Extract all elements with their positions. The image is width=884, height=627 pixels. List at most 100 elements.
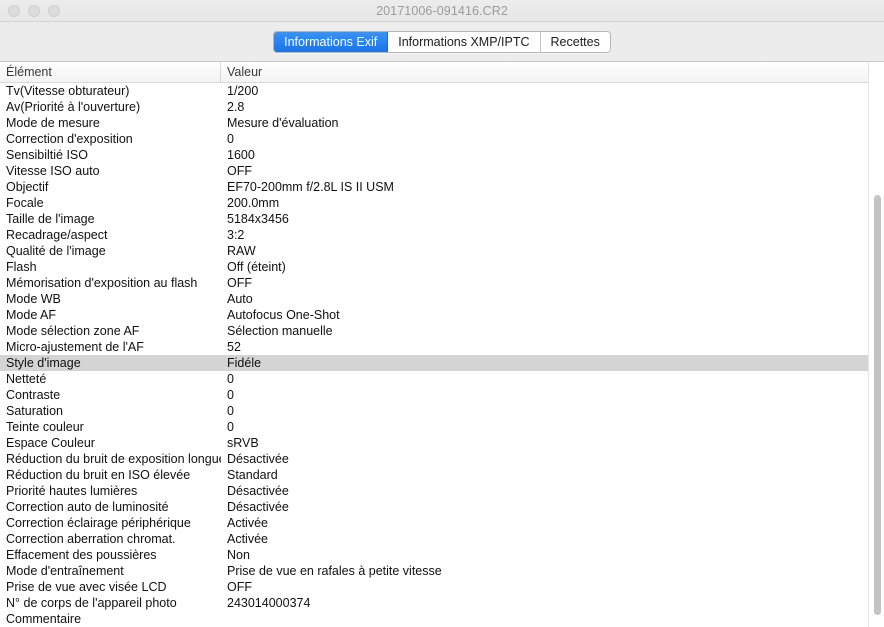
table-header-row: Élément Valeur: [0, 62, 884, 83]
exif-table: Élément Valeur Tv(Vitesse obturateur) 1/2…: [0, 62, 884, 627]
table-row[interactable]: Teinte couleur 0: [0, 419, 868, 435]
table-row[interactable]: Prise de vue avec visée LCD OFF: [0, 579, 868, 595]
cell-element: Prise de vue avec visée LCD: [6, 580, 167, 594]
cell-element: Tv(Vitesse obturateur): [6, 84, 130, 98]
cell-element: Recadrage/aspect: [6, 228, 108, 242]
table-row[interactable]: Mode WB Auto: [0, 291, 868, 307]
table-row[interactable]: Focale 200.0mm: [0, 195, 868, 211]
cell-element: Mode de mesure: [6, 116, 100, 130]
table-row[interactable]: Qualité de l'image RAW: [0, 243, 868, 259]
cell-value: Non: [227, 548, 250, 562]
cell-element: Style d'image: [6, 356, 81, 370]
table-row[interactable]: Tv(Vitesse obturateur) 1/200: [0, 83, 868, 99]
table-row[interactable]: Contraste 0: [0, 387, 868, 403]
cell-value: EF70-200mm f/2.8L IS II USM: [227, 180, 394, 194]
table-row[interactable]: Vitesse ISO auto OFF: [0, 163, 868, 179]
table-row[interactable]: Mémorisation d'exposition au flash OFF: [0, 275, 868, 291]
cell-value: 0: [227, 132, 234, 146]
cell-value: Désactivée: [227, 452, 289, 466]
cell-element: Saturation: [6, 404, 63, 418]
cell-value: Désactivée: [227, 484, 289, 498]
column-header-value[interactable]: Valeur: [221, 62, 884, 82]
cell-element: Commentaire: [6, 612, 82, 626]
table-row[interactable]: Taille de l'image 5184x3456: [0, 211, 868, 227]
cell-element: Effacement des poussières: [6, 548, 157, 562]
cell-value: Off (éteint): [227, 260, 286, 274]
table-row[interactable]: Réduction du bruit de exposition longue D…: [0, 451, 868, 467]
table-row[interactable]: Commentaire: [0, 611, 868, 627]
traffic-light-buttons: [8, 0, 60, 22]
table-row[interactable]: Av(Priorité à l'ouverture) 2.8: [0, 99, 868, 115]
table-row[interactable]: Correction aberration chromat. Activée: [0, 531, 868, 547]
vertical-scrollbar-thumb[interactable]: [874, 195, 881, 615]
cell-value: OFF: [227, 164, 252, 178]
cell-element: N° de corps de l'appareil photo: [6, 596, 177, 610]
tab-recettes[interactable]: Recettes: [540, 32, 610, 52]
cell-value: 1600: [227, 148, 255, 162]
cell-value: 0: [227, 404, 234, 418]
column-header-element[interactable]: Élément: [0, 62, 221, 82]
cell-element: Objectif: [6, 180, 49, 194]
cell-value: 2.8: [227, 100, 245, 114]
cell-element: Vitesse ISO auto: [6, 164, 100, 178]
table-row[interactable]: Netteté 0: [0, 371, 868, 387]
cell-element: Mode sélection zone AF: [6, 324, 140, 338]
table-row[interactable]: Recadrage/aspect 3:2: [0, 227, 868, 243]
cell-value: 1/200: [227, 84, 259, 98]
cell-value: OFF: [227, 580, 252, 594]
table-row[interactable]: Correction d'exposition 0: [0, 131, 868, 147]
table-row[interactable]: Correction éclairage périphérique Activée: [0, 515, 868, 531]
table-row[interactable]: Mode d'entraînement Prise de vue en rafal…: [0, 563, 868, 579]
table-row[interactable]: Effacement des poussières Non: [0, 547, 868, 563]
cell-element: Priorité hautes lumières: [6, 484, 138, 498]
table-row[interactable]: Mode AF Autofocus One-Shot: [0, 307, 868, 323]
table-row[interactable]: Flash Off (éteint): [0, 259, 868, 275]
cell-element: Flash: [6, 260, 37, 274]
zoom-window-button[interactable]: [48, 5, 60, 17]
cell-value: 200.0mm: [227, 196, 280, 210]
cell-value: Mesure d'évaluation: [227, 116, 339, 130]
window-titlebar: 20171006-091416.CR2: [0, 0, 884, 22]
cell-value: Autofocus One-Shot: [227, 308, 340, 322]
cell-value: Fidéle: [227, 356, 262, 370]
table-row[interactable]: Sensibiltié ISO 1600: [0, 147, 868, 163]
table-row[interactable]: Correction auto de luminosité Désactivée: [0, 499, 868, 515]
table-row[interactable]: Objectif EF70-200mm f/2.8L IS II USM: [0, 179, 868, 195]
cell-value: Désactivée: [227, 500, 289, 514]
cell-element: Correction aberration chromat.: [6, 532, 176, 546]
cell-element: Qualité de l'image: [6, 244, 106, 258]
table-row[interactable]: Espace Couleur sRVB: [0, 435, 868, 451]
cell-value: Activée: [227, 532, 268, 546]
cell-value: OFF: [227, 276, 252, 290]
tab-informations-exif[interactable]: Informations Exif: [274, 32, 389, 52]
exif-viewer-window: 20171006-091416.CR2 Informations Exif In…: [0, 0, 884, 627]
cell-value: 243014000374: [227, 596, 311, 610]
cell-element: Netteté: [6, 372, 47, 386]
table-row[interactable]: Micro-ajustement de l'AF 52: [0, 339, 868, 355]
close-window-button[interactable]: [8, 5, 20, 17]
table-row[interactable]: Mode de mesure Mesure d'évaluation: [0, 115, 868, 131]
cell-value: [221, 611, 868, 627]
cell-element: Espace Couleur: [6, 436, 95, 450]
tab-segmented-control: Informations Exif Informations XMP/IPTC …: [273, 31, 611, 53]
tab-informations-xmp-iptc[interactable]: Informations XMP/IPTC: [388, 32, 541, 52]
table-row[interactable]: Mode sélection zone AF Sélection manuelle: [0, 323, 868, 339]
table-row[interactable]: Priorité hautes lumières Désactivée: [0, 483, 868, 499]
cell-value: sRVB: [227, 436, 259, 450]
cell-element: Correction d'exposition: [6, 132, 133, 146]
cell-value: Prise de vue en rafales à petite vitesse: [227, 564, 442, 578]
table-row[interactable]: N° de corps de l'appareil photo 243014000…: [0, 595, 868, 611]
cell-element: Contraste: [6, 388, 61, 402]
cell-value: RAW: [227, 244, 256, 258]
cell-element: Réduction du bruit en ISO élevée: [6, 468, 191, 482]
table-row[interactable]: Style d'image Fidéle: [0, 355, 868, 371]
cell-element: Av(Priorité à l'ouverture): [6, 100, 141, 114]
table-row[interactable]: Saturation 0: [0, 403, 868, 419]
cell-element: Correction auto de luminosité: [6, 500, 169, 514]
minimize-window-button[interactable]: [28, 5, 40, 17]
cell-value: Auto: [227, 292, 253, 306]
vertical-scrollbar[interactable]: [868, 62, 884, 627]
table-row[interactable]: Réduction du bruit en ISO élevée Standard: [0, 467, 868, 483]
cell-value: Activée: [227, 516, 268, 530]
cell-element: Taille de l'image: [6, 212, 95, 226]
